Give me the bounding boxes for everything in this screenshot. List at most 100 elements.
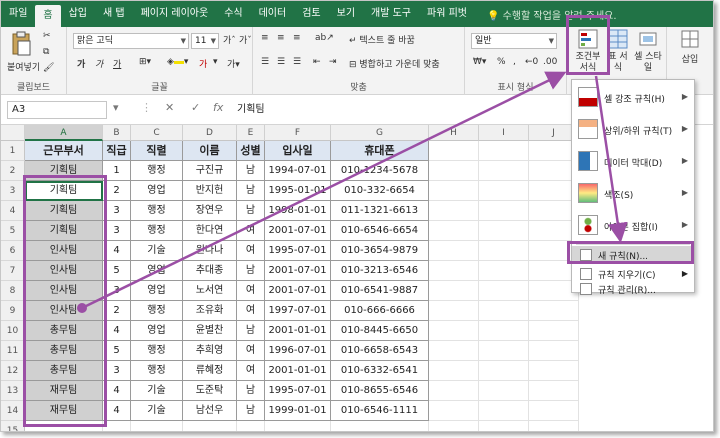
- column-header-e[interactable]: E: [237, 125, 265, 141]
- font-color-button[interactable]: 가: [199, 57, 207, 70]
- table-cell[interactable]: 추희영: [183, 341, 237, 361]
- merge-center-button[interactable]: ⊟ 병합하고 가운데 맞춤: [349, 57, 440, 70]
- empty-cell[interactable]: [479, 161, 529, 181]
- table-cell[interactable]: 010-8445-6650: [331, 321, 429, 341]
- empty-cell[interactable]: [429, 381, 479, 401]
- empty-cell[interactable]: [429, 181, 479, 201]
- indent-increase-icon[interactable]: ⇥: [329, 57, 337, 67]
- table-cell[interactable]: 011-1321-6613: [331, 201, 429, 221]
- row-header-12[interactable]: 12: [1, 361, 25, 381]
- table-header-cell[interactable]: 직렬: [131, 141, 183, 161]
- row-header-4[interactable]: 4: [1, 201, 25, 221]
- table-cell[interactable]: 조유화: [183, 301, 237, 321]
- decimal-increase-icon[interactable]: ←0: [525, 57, 538, 67]
- empty-cell[interactable]: [429, 141, 479, 161]
- table-cell[interactable]: 행정: [131, 341, 183, 361]
- empty-cell[interactable]: [529, 341, 579, 361]
- empty-cell[interactable]: [429, 341, 479, 361]
- table-cell[interactable]: 행정: [131, 221, 183, 241]
- currency-icon[interactable]: ₩▾: [473, 57, 486, 67]
- cut-icon[interactable]: ✂: [43, 31, 51, 41]
- table-cell[interactable]: 1995-01-01: [265, 181, 331, 201]
- table-cell[interactable]: 추대종: [183, 261, 237, 281]
- tab-review[interactable]: 검토: [294, 1, 328, 27]
- column-header-h[interactable]: H: [429, 125, 479, 141]
- table-cell[interactable]: 010-666-6666: [331, 301, 429, 321]
- empty-cell[interactable]: [479, 341, 529, 361]
- table-cell[interactable]: 영업: [131, 181, 183, 201]
- empty-cell[interactable]: [429, 321, 479, 341]
- empty-cell[interactable]: [429, 281, 479, 301]
- empty-cell[interactable]: [429, 221, 479, 241]
- table-cell[interactable]: 여: [237, 301, 265, 321]
- empty-cell[interactable]: [103, 421, 131, 431]
- paste-button[interactable]: 붙여넣기: [7, 31, 40, 73]
- table-cell[interactable]: 010-8655-6546: [331, 381, 429, 401]
- table-header-cell[interactable]: 성별: [237, 141, 265, 161]
- empty-cell[interactable]: [131, 421, 183, 431]
- table-cell[interactable]: 1995-07-01: [265, 241, 331, 261]
- table-cell[interactable]: 4: [103, 381, 131, 401]
- row-header-2[interactable]: 2: [1, 161, 25, 181]
- tab-formulas[interactable]: 수식: [216, 1, 250, 27]
- table-cell[interactable]: 여: [237, 341, 265, 361]
- table-cell[interactable]: 010-6658-6543: [331, 341, 429, 361]
- table-cell[interactable]: 영업: [131, 261, 183, 281]
- empty-cell[interactable]: [479, 361, 529, 381]
- menu-item-icon-sets[interactable]: 아이콘 집합(I) ▶: [572, 210, 694, 242]
- empty-cell[interactable]: [529, 321, 579, 341]
- table-cell[interactable]: 여: [237, 221, 265, 241]
- insert-cells-button[interactable]: 삽입: [675, 29, 705, 65]
- row-header-14[interactable]: 14: [1, 401, 25, 421]
- empty-cell[interactable]: [429, 241, 479, 261]
- wrap-text-button[interactable]: ↵ 텍스트 줄 바꿈: [349, 33, 415, 46]
- menu-item-data-bars[interactable]: 데이터 막대(D) ▶: [572, 146, 694, 178]
- table-cell[interactable]: 남: [237, 381, 265, 401]
- table-cell[interactable]: 4: [103, 321, 131, 341]
- table-cell[interactable]: 1999-01-01: [265, 401, 331, 421]
- table-cell[interactable]: 여: [237, 361, 265, 381]
- row-header-1[interactable]: 1: [1, 141, 25, 161]
- table-cell[interactable]: 010-1234-5678: [331, 161, 429, 181]
- italic-button[interactable]: 가: [95, 57, 103, 70]
- empty-cell[interactable]: [529, 381, 579, 401]
- menu-item-color-scales[interactable]: 색조(S) ▶: [572, 178, 694, 210]
- empty-cell[interactable]: [331, 421, 429, 431]
- row-header-3[interactable]: 3: [1, 181, 25, 201]
- empty-cell[interactable]: [479, 221, 529, 241]
- empty-cell[interactable]: [479, 281, 529, 301]
- chevron-down-icon[interactable]: ▾: [213, 57, 218, 67]
- empty-cell[interactable]: [429, 201, 479, 221]
- table-cell[interactable]: 구진규: [183, 161, 237, 181]
- number-format-select[interactable]: 일반 ▼: [471, 33, 557, 49]
- empty-cell[interactable]: [183, 421, 237, 431]
- table-cell[interactable]: 3: [103, 281, 131, 301]
- tab-data[interactable]: 데이터: [251, 1, 295, 27]
- fill-color-icon[interactable]: ◈ ▾: [167, 57, 188, 67]
- table-cell[interactable]: 2001-01-01: [265, 321, 331, 341]
- table-header-cell[interactable]: 휴대폰: [331, 141, 429, 161]
- table-cell[interactable]: 3: [103, 201, 131, 221]
- column-header-f[interactable]: F: [265, 125, 331, 141]
- tab-view[interactable]: 보기: [329, 1, 363, 27]
- table-header-cell[interactable]: 직급: [103, 141, 131, 161]
- table-cell[interactable]: 1996-07-01: [265, 341, 331, 361]
- table-cell[interactable]: 남: [237, 321, 265, 341]
- align-right-icon[interactable]: ☰: [293, 57, 301, 67]
- table-cell[interactable]: 윤별찬: [183, 321, 237, 341]
- underline-button[interactable]: 가: [113, 57, 121, 70]
- table-cell[interactable]: 남: [237, 181, 265, 201]
- empty-cell[interactable]: [479, 241, 529, 261]
- table-cell[interactable]: 영업: [131, 321, 183, 341]
- align-left-icon[interactable]: ☰: [261, 57, 269, 67]
- table-cell[interactable]: 010-6541-9887: [331, 281, 429, 301]
- table-cell[interactable]: 기술: [131, 401, 183, 421]
- table-cell[interactable]: 여: [237, 241, 265, 261]
- table-cell[interactable]: 장연우: [183, 201, 237, 221]
- empty-cell[interactable]: [479, 381, 529, 401]
- table-cell[interactable]: 3: [103, 221, 131, 241]
- row-header-11[interactable]: 11: [1, 341, 25, 361]
- table-cell[interactable]: 010-6546-6654: [331, 221, 429, 241]
- comma-button[interactable]: ,: [513, 57, 516, 67]
- tab-developer[interactable]: 개발 도구: [363, 1, 419, 27]
